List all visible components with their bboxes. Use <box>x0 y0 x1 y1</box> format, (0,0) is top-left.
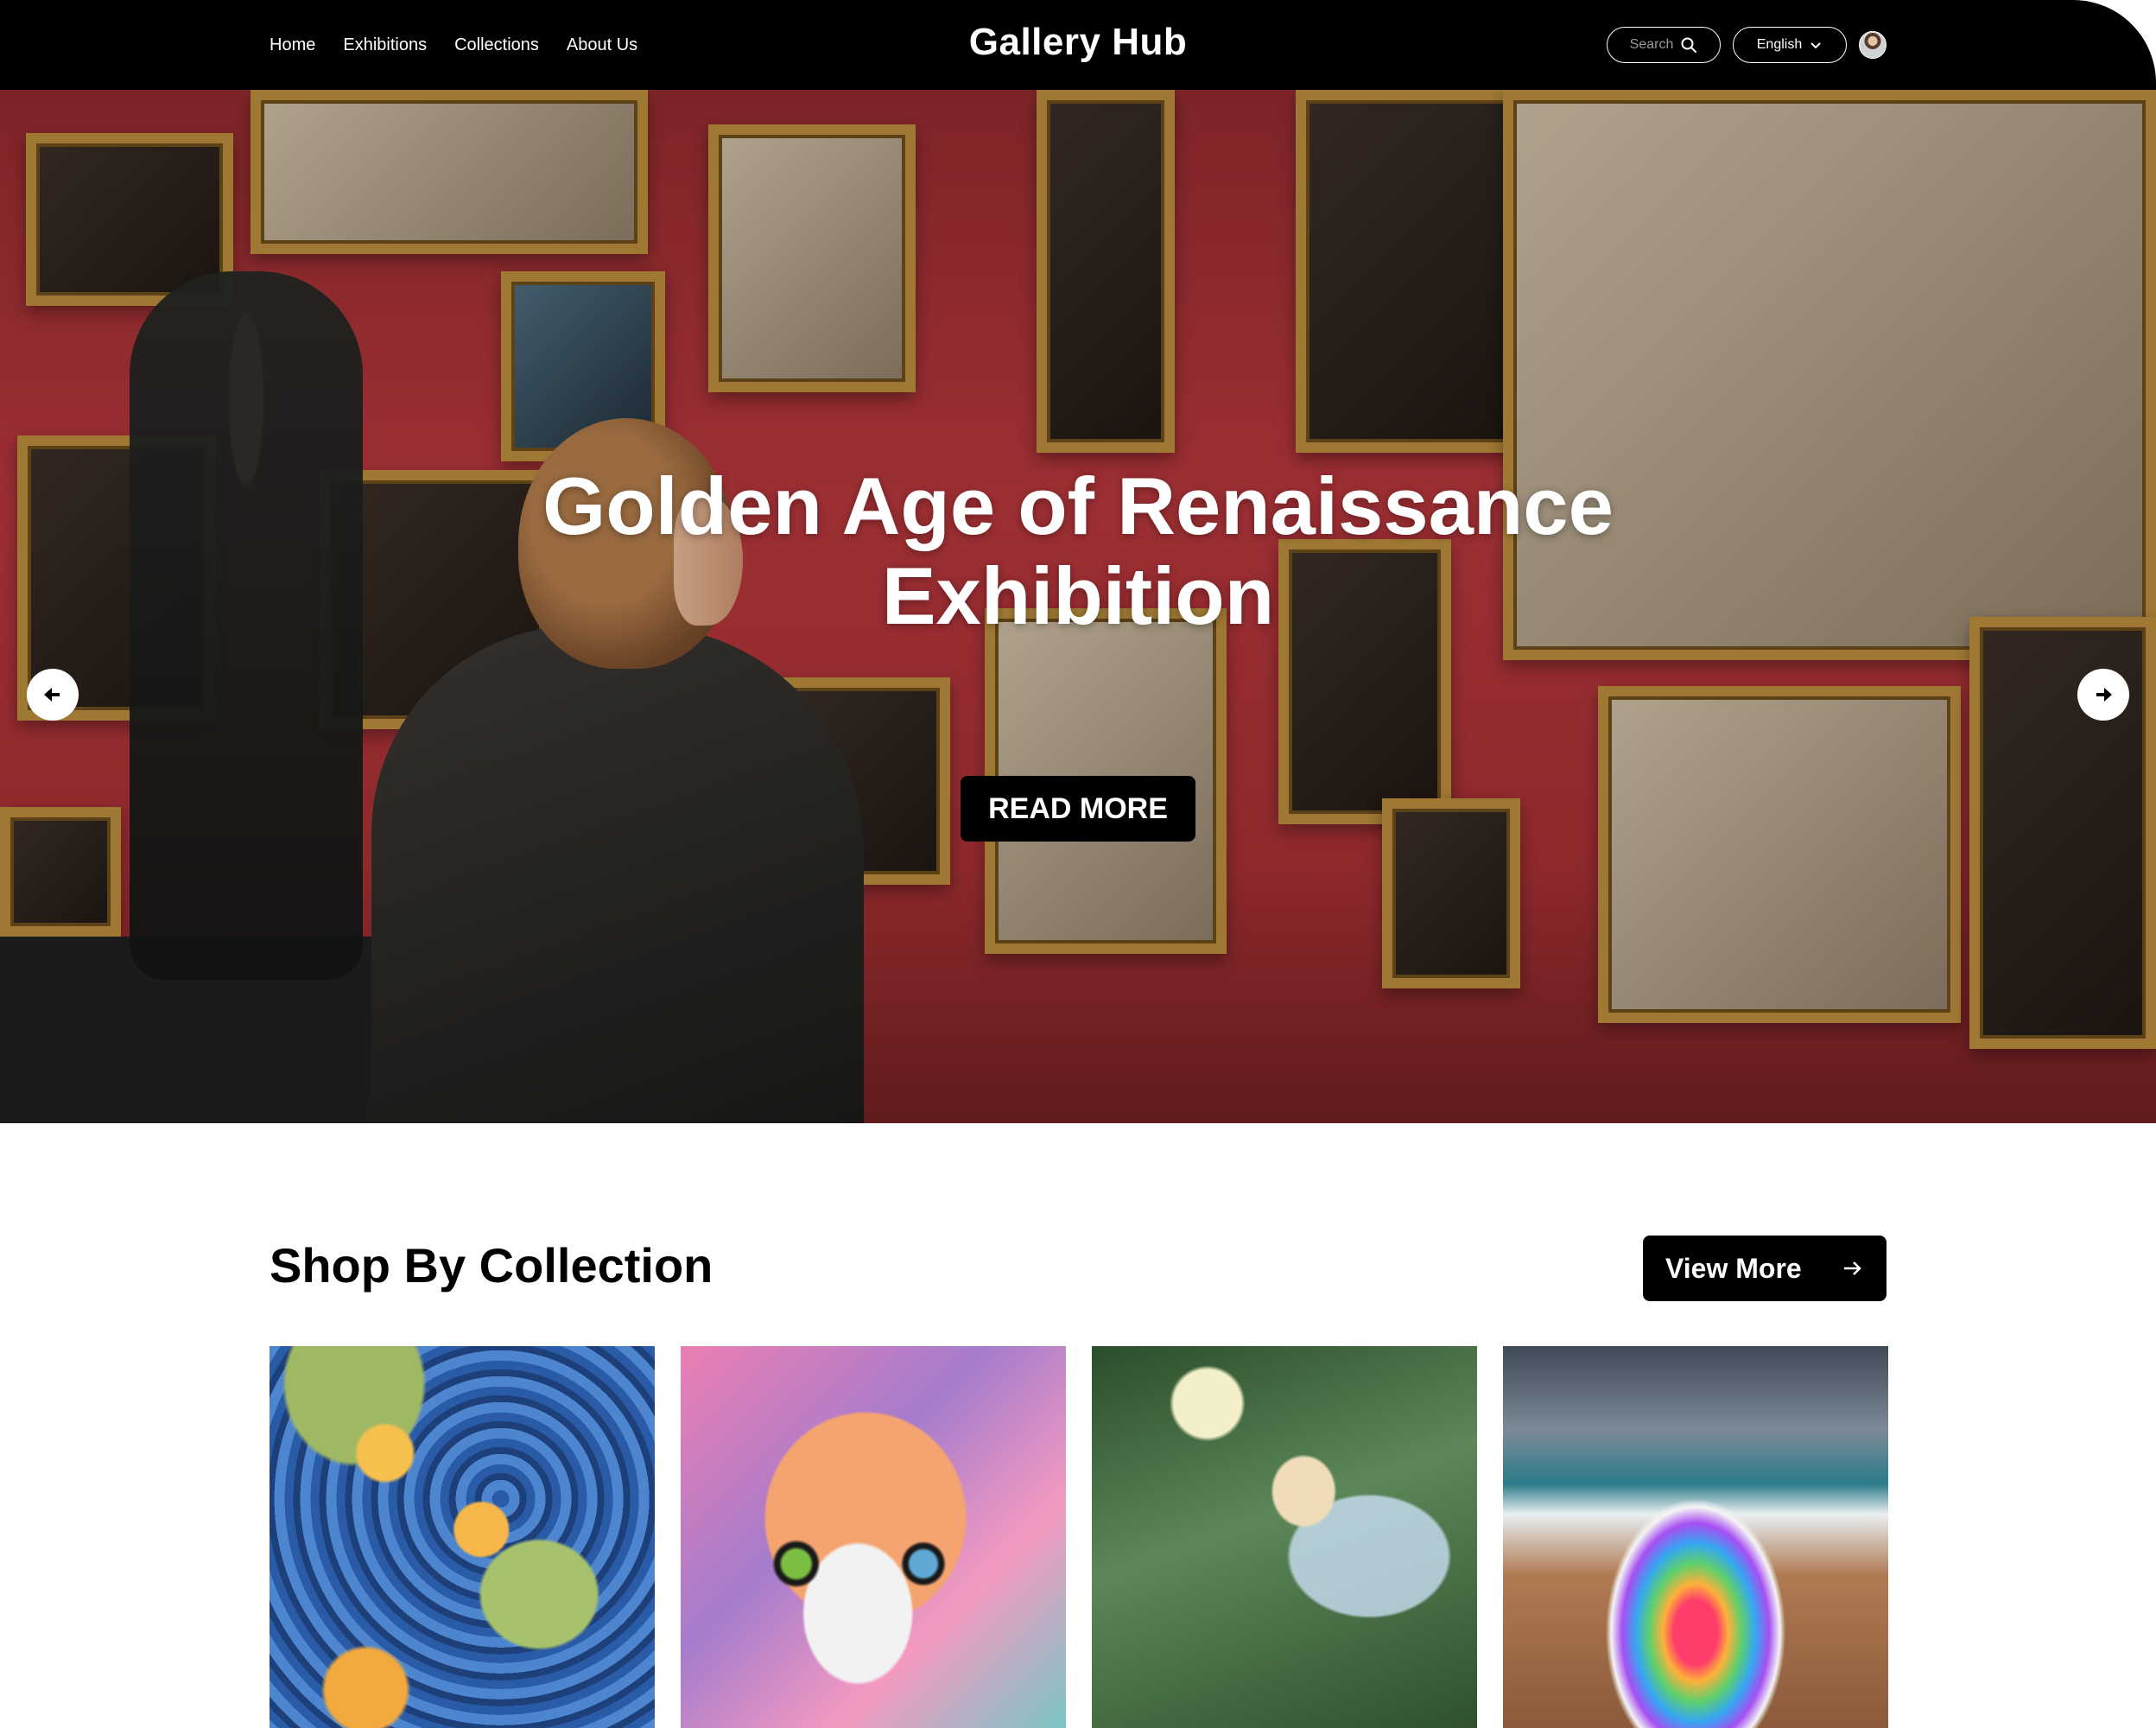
collection-card-fairy[interactable] <box>1092 1346 1477 1728</box>
collection-cards <box>270 1346 1888 1728</box>
hero-title-line-1: Golden Age of Renaissance <box>542 461 1614 551</box>
search-icon <box>1680 36 1697 54</box>
chevron-down-icon <box>1809 38 1823 52</box>
hero-title-line-2: Exhibition <box>881 550 1275 641</box>
read-more-button[interactable]: READ MORE <box>961 776 1195 842</box>
hero-carousel: Golden Age of Renaissance Exhibition REA… <box>0 90 2156 1123</box>
top-navigation-bar: Home Exhibitions Collections About Us Ga… <box>0 0 2156 90</box>
collection-card-water-lilies[interactable] <box>270 1346 655 1728</box>
collection-card-cat[interactable] <box>681 1346 1066 1728</box>
arrow-right-icon <box>2091 683 2115 707</box>
collection-card-rainbow-dress[interactable] <box>1503 1346 1888 1728</box>
view-more-button[interactable]: View More <box>1643 1236 1886 1301</box>
user-avatar[interactable] <box>1859 31 1886 59</box>
carousel-next-button[interactable] <box>2077 669 2129 721</box>
search-input[interactable]: Search <box>1607 27 1721 63</box>
language-label: English <box>1756 37 1803 52</box>
nav-actions: Search English <box>1607 0 1886 90</box>
search-placeholder: Search <box>1629 37 1674 52</box>
view-more-label: View More <box>1665 1252 1802 1284</box>
arrow-right-icon <box>1842 1257 1864 1280</box>
arrow-left-icon <box>41 683 65 707</box>
hero-title: Golden Age of Renaissance Exhibition <box>0 461 2156 641</box>
language-selector[interactable]: English <box>1733 27 1847 63</box>
carousel-prev-button[interactable] <box>27 669 79 721</box>
section-title: Shop By Collection <box>270 1238 713 1293</box>
